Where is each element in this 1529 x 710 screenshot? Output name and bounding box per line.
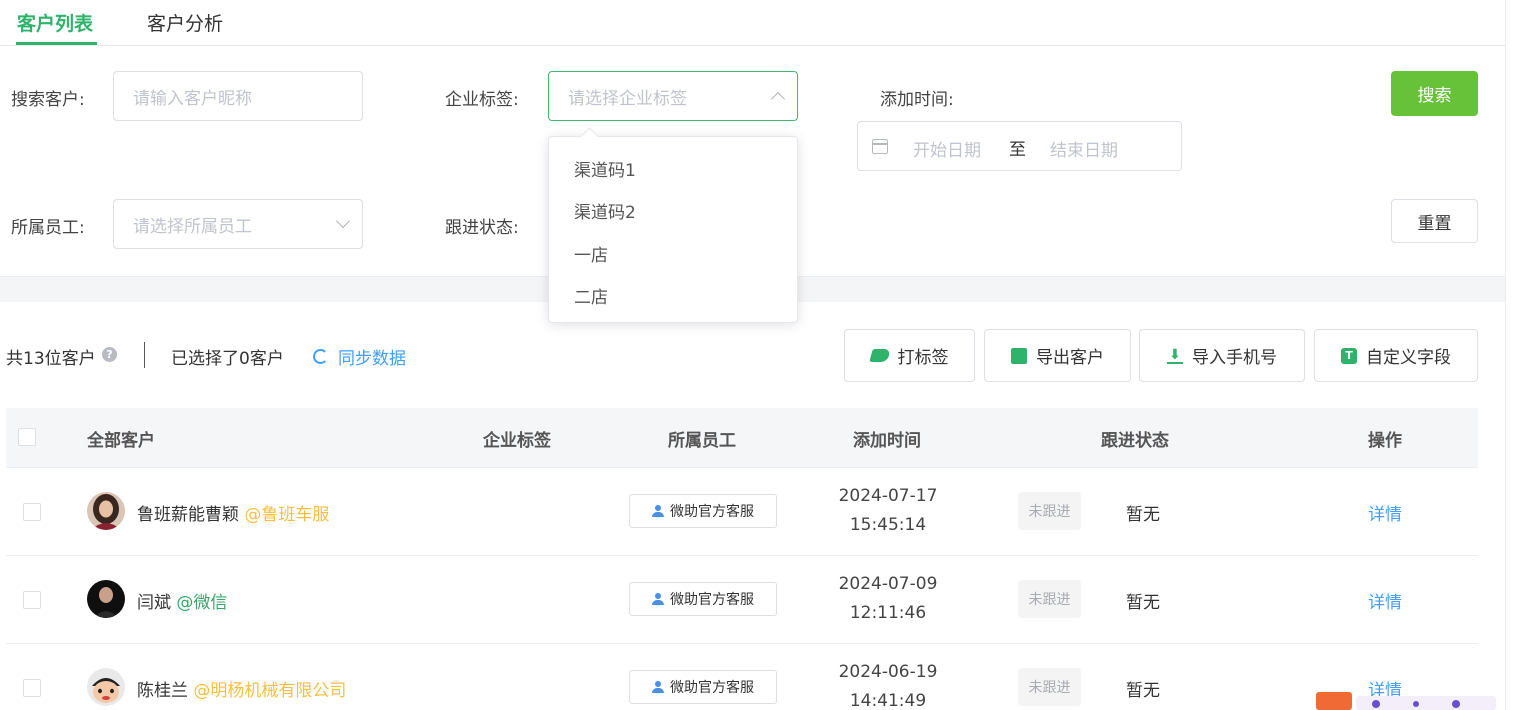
follow-status-value: 暂无 [1126, 593, 1160, 613]
chevron-up-icon [770, 91, 786, 107]
follow-status-label: 跟进状态: [445, 218, 519, 238]
customer-corp: @明杨机械有限公司 [193, 681, 347, 701]
avatar [87, 668, 125, 706]
customer-nickname: 鲁班薪能曹颖 [137, 505, 239, 525]
export-customers-button[interactable]: 导出客户 [984, 329, 1131, 382]
staff-name: 微助官方客服 [670, 592, 754, 608]
follow-status-badge: 未跟进 [1018, 492, 1081, 530]
header-operations: 操作 [1368, 431, 1402, 451]
add-tag-button[interactable]: 打标签 [844, 329, 975, 382]
detail-link[interactable]: 详情 [1368, 588, 1402, 613]
customer-name: 陈桂兰 @明杨机械有限公司 [137, 676, 346, 701]
dropdown-option[interactable]: 二店 [574, 283, 608, 308]
corp-tag-label: 企业标签: [445, 90, 519, 110]
customer-nickname: 闫斌 [137, 593, 171, 613]
sync-data-label: 同步数据 [338, 349, 406, 369]
custom-fields-button[interactable]: T 自定义字段 [1314, 329, 1478, 382]
customer-name: 闫斌 @微信 [137, 588, 227, 613]
corp-tag-dropdown: 渠道码1 渠道码2 一店 二店 [548, 136, 798, 323]
select-all-checkbox[interactable] [18, 428, 36, 446]
end-date-input[interactable]: 结束日期 [1050, 136, 1118, 161]
staff-tag: 微助官方客服 [629, 494, 777, 528]
search-button[interactable]: 搜索 [1391, 71, 1478, 116]
ime-toolbar-icon [1316, 692, 1496, 710]
staff-label: 所属员工: [11, 218, 85, 238]
tab-customer-list[interactable]: 客户列表 [17, 9, 93, 45]
download-icon: ⬇ [1167, 347, 1183, 364]
table-row: 陈桂兰 @明杨机械有限公司 微助官方客服 2024-06-19 14:41:49… [6, 644, 1478, 710]
search-customer-label: 搜索客户: [11, 90, 85, 110]
avatar [87, 492, 125, 530]
staff-tag: 微助官方客服 [629, 670, 777, 704]
chevron-down-icon [335, 213, 351, 229]
customer-count: 共13位客户 [6, 349, 96, 369]
import-phone-button[interactable]: ⬇ 导入手机号 [1139, 329, 1305, 382]
dropdown-option[interactable]: 渠道码2 [574, 198, 636, 223]
date-range-picker[interactable]: 开始日期 至 结束日期 [857, 121, 1182, 171]
staff-tag: 微助官方客服 [629, 582, 777, 616]
sync-data-link[interactable]: 同步数据 [313, 344, 406, 369]
header-all-customers: 全部客户 [87, 431, 155, 451]
avatar [87, 580, 125, 618]
refresh-icon [313, 349, 328, 364]
customer-search-placeholder: 请输入客户昵称 [133, 88, 252, 109]
follow-status-badge: 未跟进 [1018, 668, 1081, 706]
staff-name: 微助官方客服 [670, 504, 754, 520]
table-row: 鲁班薪能曹颖 @鲁班车服 微助官方客服 2024-07-17 15:45:14 … [6, 468, 1478, 556]
custom-fields-label: 自定义字段 [1366, 348, 1451, 368]
export-customers-label: 导出客户 [1036, 348, 1104, 368]
tab-customer-analysis[interactable]: 客户分析 [147, 9, 223, 45]
header-staff: 所属员工 [668, 431, 736, 451]
help-icon[interactable]: ? [102, 347, 117, 362]
header-corp-tags: 企业标签 [483, 431, 551, 451]
tag-icon [868, 349, 891, 362]
follow-status-value: 暂无 [1126, 681, 1160, 701]
follow-status-value: 暂无 [1126, 505, 1160, 525]
header-add-time: 添加时间 [853, 431, 921, 451]
reset-button[interactable]: 重置 [1391, 199, 1478, 243]
table-row: 闫斌 @微信 微助官方客服 2024-07-09 12:11:46 未跟进 暂无… [6, 556, 1478, 644]
range-separator: 至 [1009, 140, 1026, 160]
customer-name: 鲁班薪能曹颖 @鲁班车服 [137, 500, 329, 525]
export-icon [1011, 347, 1027, 364]
import-phone-label: 导入手机号 [1192, 348, 1277, 368]
row-checkbox[interactable] [23, 503, 41, 521]
row-checkbox[interactable] [23, 679, 41, 697]
user-icon [652, 593, 664, 605]
table-header: 全部客户 企业标签 所属员工 添加时间 跟进状态 操作 [6, 408, 1478, 468]
add-time: 2024-07-09 12:11:46 [838, 574, 938, 623]
staff-select[interactable]: 请选择所属员工 [113, 199, 363, 249]
corp-tag-select[interactable]: 请选择企业标签 [548, 71, 798, 121]
follow-status-badge: 未跟进 [1018, 580, 1081, 618]
add-time: 2024-07-17 15:45:14 [838, 486, 938, 535]
calendar-icon [872, 139, 888, 154]
staff-name: 微助官方客服 [670, 680, 754, 696]
customer-nickname: 陈桂兰 [137, 681, 188, 701]
text-field-icon: T [1341, 347, 1357, 364]
row-checkbox[interactable] [23, 591, 41, 609]
page-scrollbar[interactable] [1505, 0, 1529, 710]
corp-tag-placeholder: 请选择企业标签 [568, 88, 687, 109]
dropdown-option[interactable]: 一店 [574, 241, 608, 266]
selected-count: 已选择了0客户 [171, 349, 284, 369]
start-date-input[interactable]: 开始日期 [913, 136, 981, 161]
customer-search-input[interactable]: 请输入客户昵称 [113, 71, 363, 121]
add-time-label: 添加时间: [880, 90, 954, 110]
tab-bar: 客户列表 客户分析 [0, 0, 1505, 46]
staff-placeholder: 请选择所属员工 [133, 216, 252, 237]
active-tab-indicator [16, 42, 97, 45]
dropdown-option[interactable]: 渠道码1 [574, 156, 636, 181]
user-icon [652, 505, 664, 517]
user-icon [652, 681, 664, 693]
customer-corp: @鲁班车服 [244, 505, 330, 525]
header-follow-status: 跟进状态 [1101, 431, 1169, 451]
customer-list-page: 客户列表 客户分析 搜索客户: 请输入客户昵称 企业标签: 请选择企业标签 添加… [0, 0, 1529, 710]
toolbar-divider [144, 342, 145, 368]
add-time: 2024-06-19 14:41:49 [838, 662, 938, 710]
detail-link[interactable]: 详情 [1368, 500, 1402, 525]
customer-corp: @微信 [176, 593, 228, 613]
add-tag-label: 打标签 [897, 348, 949, 368]
